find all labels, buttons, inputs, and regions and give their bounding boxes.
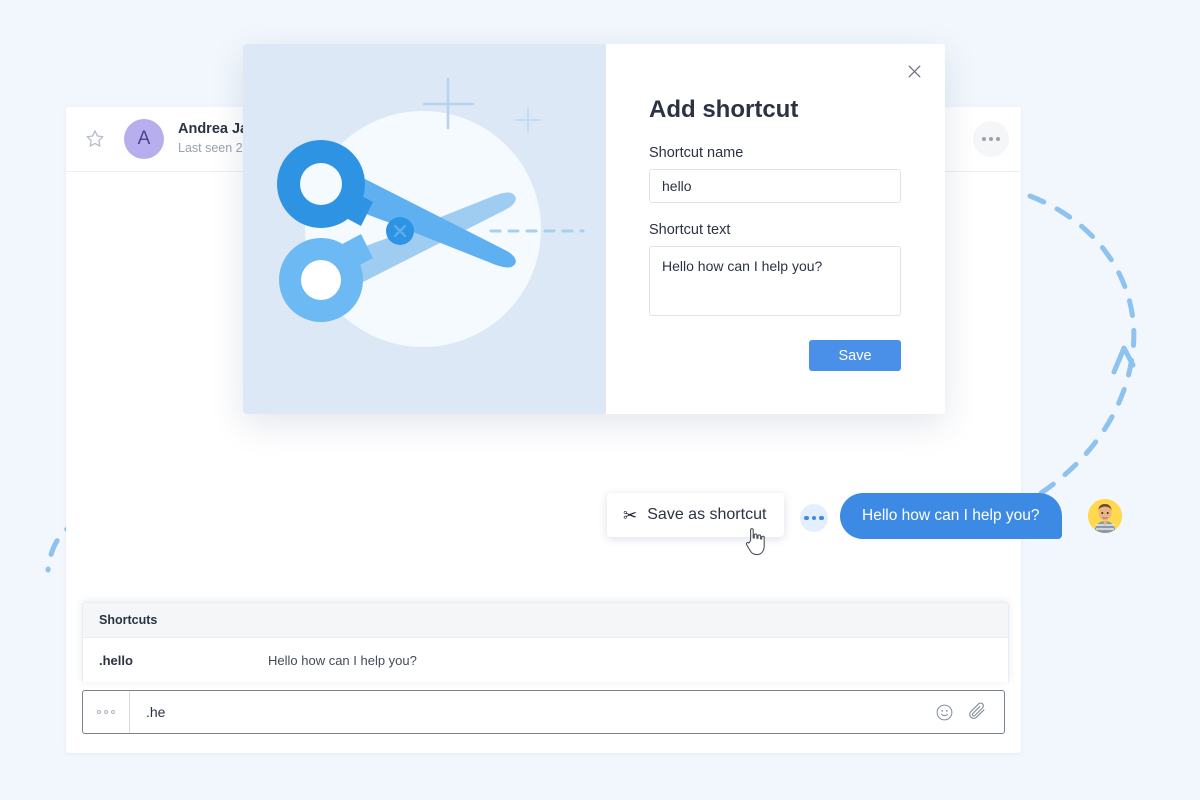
composer-menu-button[interactable] — [83, 691, 130, 733]
ellipsis-icon-dot — [982, 137, 986, 141]
shortcut-key: .hello — [99, 652, 133, 668]
shortcut-name-label: Shortcut name — [649, 145, 744, 161]
save-button[interactable]: Save — [809, 340, 901, 371]
app-stage: A Andrea Jay Last seen 2 d Hello how can… — [0, 0, 1200, 800]
modal-illustration-panel — [243, 44, 606, 414]
avatar: A — [124, 119, 164, 159]
shortcut-name-input[interactable] — [649, 169, 901, 203]
shortcut-text-textarea[interactable] — [649, 246, 901, 316]
message-input[interactable]: .he — [130, 704, 935, 720]
agent-photo-icon — [1088, 499, 1122, 533]
modal-form-panel: Add shortcut Shortcut name Shortcut text… — [606, 44, 945, 414]
shortcuts-dropdown: Shortcuts .hello Hello how can I help yo… — [82, 602, 1009, 682]
outgoing-message-bubble[interactable]: Hello how can I help you? — [840, 493, 1062, 539]
ellipsis-icon-dot — [989, 137, 993, 141]
ellipsis-icon-dot — [104, 710, 108, 714]
ellipsis-icon-dot — [804, 515, 809, 521]
close-button[interactable] — [901, 58, 927, 84]
add-shortcut-modal: Add shortcut Shortcut name Shortcut text… — [243, 44, 945, 414]
close-icon — [908, 65, 920, 77]
composer-icons — [935, 702, 1004, 722]
star-icon[interactable] — [84, 128, 106, 150]
scissors-icon: ✂ — [623, 505, 638, 525]
message-actions-button[interactable] — [800, 504, 828, 532]
avatar-initial: A — [137, 128, 151, 149]
smiley-icon[interactable] — [935, 703, 954, 722]
hand-pointer-cursor — [745, 528, 765, 556]
ellipsis-icon-dot — [811, 515, 817, 521]
shortcut-value: Hello how can I help you? — [268, 652, 417, 668]
shortcut-text-label: Shortcut text — [649, 222, 731, 238]
shortcut-list-item[interactable]: .hello Hello how can I help you? — [83, 638, 1008, 682]
conversation-menu-button[interactable] — [973, 121, 1009, 157]
modal-title: Add shortcut — [649, 96, 799, 123]
scissors-illustration — [277, 77, 585, 347]
ellipsis-icon-dot — [996, 137, 1000, 141]
ellipsis-icon-dot — [97, 710, 101, 714]
ellipsis-icon-dot — [819, 515, 824, 521]
ellipsis-icon-dot — [111, 710, 115, 714]
save-as-shortcut-label: Save as shortcut — [647, 506, 767, 523]
shortcuts-title: Shortcuts — [99, 613, 158, 627]
paperclip-icon[interactable] — [968, 702, 988, 722]
message-text: Hello how can I help you? — [862, 507, 1040, 524]
shortcuts-header: Shortcuts — [83, 603, 1008, 638]
agent-avatar — [1088, 499, 1122, 533]
message-composer[interactable]: .he — [82, 690, 1005, 734]
